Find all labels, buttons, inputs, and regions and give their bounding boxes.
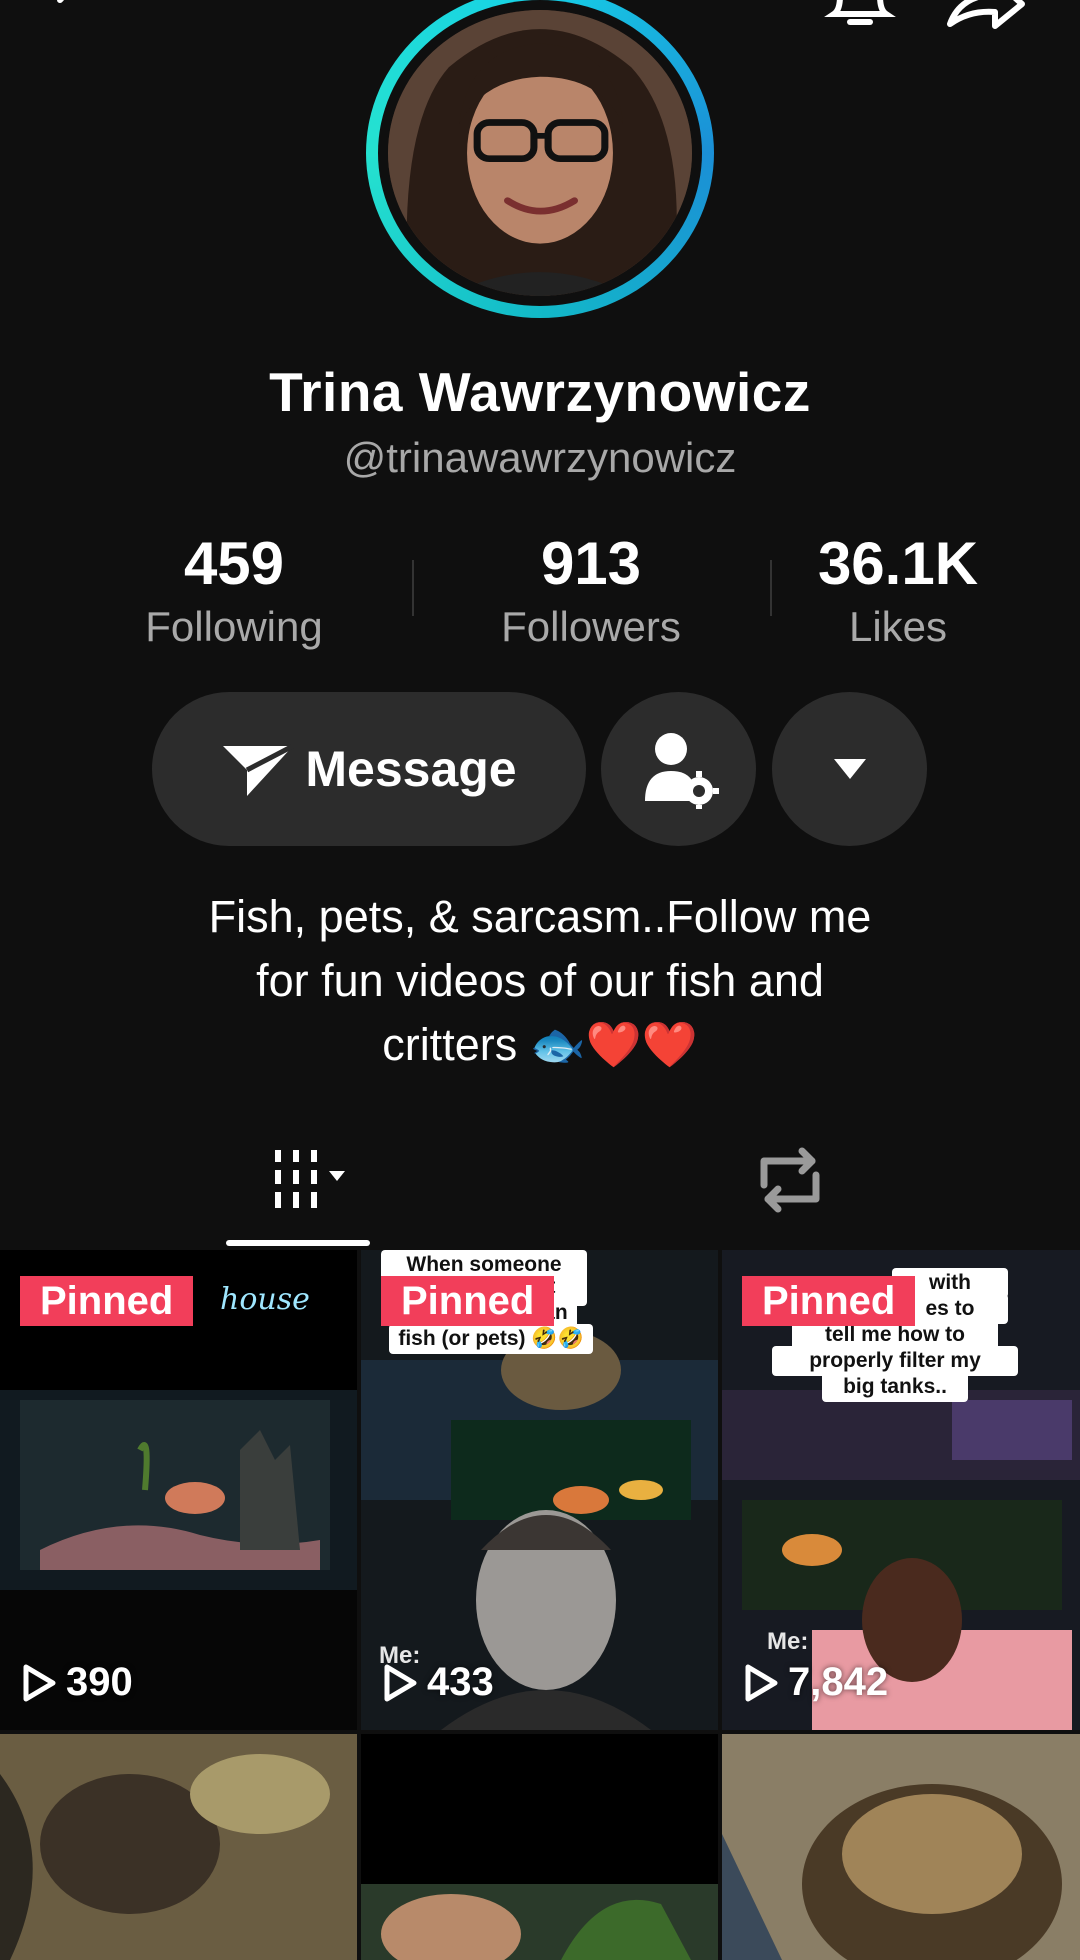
video-tile[interactable] (361, 1734, 718, 1960)
video-thumbnail (361, 1734, 718, 1960)
video-tile[interactable]: with es to tell me how to properly filte… (722, 1250, 1080, 1730)
video-tile[interactable]: Pinned house 390 (0, 1250, 357, 1730)
stat-likes[interactable]: 36.1K Likes (748, 528, 1048, 654)
message-label: Message (305, 741, 517, 797)
following-label: Following (145, 603, 323, 650)
tab-reposts[interactable] (720, 1130, 860, 1230)
avatar-frame (378, 0, 702, 306)
video-thumbnail (722, 1734, 1080, 1960)
active-tab-indicator (226, 1240, 370, 1246)
avatar-photo (388, 10, 692, 296)
play-icon (23, 1664, 56, 1701)
overlay-text: house (220, 1282, 310, 1317)
me-label: Me: (767, 1628, 809, 1655)
view-count: 390 (22, 1660, 133, 1705)
view-count: 7,842 (744, 1660, 888, 1705)
video-tile[interactable] (0, 1734, 357, 1960)
followers-label: Followers (501, 603, 681, 650)
avatar[interactable] (366, 0, 714, 318)
video-tile[interactable] (722, 1734, 1080, 1960)
repost-icon (760, 1147, 820, 1213)
play-icon (745, 1664, 778, 1701)
user-gear-icon (644, 733, 719, 809)
bio-line: Fish, pets, & sarcasm..Follow me (208, 891, 872, 942)
stat-following[interactable]: 459 Following (84, 528, 384, 654)
play-icon (384, 1664, 417, 1701)
bio-line: for fun videos of our fish and (256, 955, 824, 1006)
caption-text: fish (or pets) 🤣🤣 (389, 1324, 593, 1354)
caret-down-icon (833, 759, 866, 779)
followers-count: 913 (540, 530, 642, 597)
video-tile[interactable]: When someone tries out han fish (or pets… (361, 1250, 718, 1730)
send-icon (223, 743, 295, 796)
profile-name: Trina Wawrzynowicz (269, 361, 811, 423)
grid-bars-icon (275, 1150, 345, 1208)
stat-followers[interactable]: 913 Followers (441, 528, 741, 654)
likes-count: 36.1K (817, 530, 979, 597)
stat-divider (412, 560, 414, 616)
pinned-badge: Pinned (381, 1276, 555, 1326)
share-icon[interactable] (940, 0, 1030, 36)
bell-icon[interactable] (820, 0, 900, 36)
view-count-value: 390 (66, 1660, 133, 1704)
profile-handle: @trinawawrzynowicz (343, 434, 737, 481)
profile-settings-button[interactable] (601, 692, 756, 846)
bio-line: critters 🐟❤️❤️ (382, 1019, 698, 1070)
caption-text: big tanks.. (822, 1372, 968, 1402)
chevron-left-icon[interactable] (40, 0, 100, 30)
tab-videos[interactable] (230, 1130, 370, 1230)
pinned-badge: Pinned (20, 1276, 194, 1326)
message-button[interactable]: Message (152, 692, 586, 846)
following-count: 459 (183, 530, 285, 597)
pinned-badge: Pinned (742, 1276, 916, 1326)
view-count: 433 (383, 1660, 494, 1705)
video-thumbnail (0, 1734, 357, 1960)
profile-bio: Fish, pets, & sarcasm..Follow me for fun… (100, 885, 980, 1077)
likes-label: Likes (848, 603, 948, 650)
view-count-value: 433 (427, 1660, 494, 1704)
view-count-value: 7,842 (788, 1660, 889, 1704)
more-options-button[interactable] (772, 692, 927, 846)
